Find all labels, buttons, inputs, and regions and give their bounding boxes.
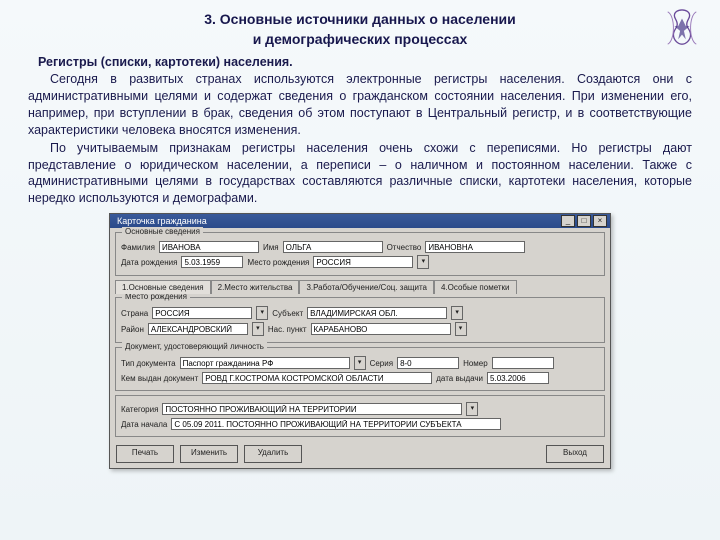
birthplace-dropdown[interactable]: ▾ [417, 255, 429, 269]
tab-residence[interactable]: 2.Место жительства [211, 280, 300, 294]
group-category: Категория ▾ Дата начала [115, 395, 605, 437]
patronym-input[interactable] [425, 241, 525, 253]
delete-button[interactable]: Удалить [244, 445, 302, 463]
group-doc-title: Документ, удостоверяющий личность [122, 342, 267, 351]
dialog-buttons: Печать Изменить Удалить Выход [110, 440, 610, 468]
locality-input[interactable] [311, 323, 451, 335]
issue-date-input[interactable] [487, 372, 549, 384]
group-birthplace: Место рождения Страна ▾ Субъект ▾ Район … [115, 297, 605, 343]
district-dropdown[interactable]: ▾ [252, 322, 264, 336]
label-issue-date: дата выдачи [436, 374, 483, 383]
minimize-button[interactable]: _ [561, 215, 575, 227]
surname-input[interactable] [159, 241, 259, 253]
label-period: Дата начала [121, 420, 167, 429]
close-button[interactable]: × [593, 215, 607, 227]
page-title: 3. Основные источники данных о населении… [28, 10, 692, 49]
tabs: 1.Основные сведения 2.Место жительства 3… [115, 279, 610, 293]
tab-work[interactable]: 3.Работа/Обучение/Соц. защита [299, 280, 434, 294]
label-patronym: Отчество [387, 243, 422, 252]
tab-main[interactable]: 1.Основные сведения [115, 280, 211, 294]
period-input[interactable] [171, 418, 501, 430]
label-category: Категория [121, 405, 158, 414]
label-subject: Субъект [272, 309, 303, 318]
change-button[interactable]: Изменить [180, 445, 238, 463]
country-dropdown[interactable]: ▾ [256, 306, 268, 320]
number-input[interactable] [492, 357, 554, 369]
label-number: Номер [463, 359, 488, 368]
label-issued-by: Кем выдан документ [121, 374, 198, 383]
label-doctype: Тип документа [121, 359, 176, 368]
paragraph-2: По учитываемым признакам регистры населе… [28, 140, 692, 208]
maximize-button[interactable]: □ [577, 215, 591, 227]
subject-dropdown[interactable]: ▾ [451, 306, 463, 320]
locality-dropdown[interactable]: ▾ [455, 322, 467, 336]
logo-emblem [658, 8, 706, 48]
tab-marks[interactable]: 4.Особые пометки [434, 280, 517, 294]
paragraph-1: Сегодня в развитых странах используются … [28, 71, 692, 139]
label-name: Имя [263, 243, 279, 252]
issued-by-input[interactable] [202, 372, 432, 384]
label-locality: Нас. пункт [268, 325, 307, 334]
birthplace-input[interactable] [313, 256, 413, 268]
exit-button[interactable]: Выход [546, 445, 604, 463]
district-input[interactable] [148, 323, 248, 335]
label-series: Серия [370, 359, 393, 368]
label-district: Район [121, 325, 144, 334]
group-main-title: Основные сведения [122, 227, 203, 236]
group-main: Основные сведения Фамилия Имя Отчество Д… [115, 232, 605, 276]
dialog-title: Карточка гражданина [113, 216, 559, 226]
label-country: Страна [121, 309, 148, 318]
doctype-dropdown[interactable]: ▾ [354, 356, 366, 370]
category-input[interactable] [162, 403, 462, 415]
section-subhead: Регистры (списки, картотеки) населения. [38, 55, 692, 69]
doctype-input[interactable] [180, 357, 350, 369]
print-button[interactable]: Печать [116, 445, 174, 463]
series-input[interactable] [397, 357, 459, 369]
label-birthplace: Место рождения [247, 258, 309, 267]
citizen-card-dialog: Карточка гражданина _ □ × Основные сведе… [109, 213, 611, 469]
label-birthdate: Дата рождения [121, 258, 177, 267]
subject-input[interactable] [307, 307, 447, 319]
birthdate-input[interactable] [181, 256, 243, 268]
label-surname: Фамилия [121, 243, 155, 252]
dialog-titlebar[interactable]: Карточка гражданина _ □ × [110, 214, 610, 228]
name-input[interactable] [283, 241, 383, 253]
group-document: Документ, удостоверяющий личность Тип до… [115, 347, 605, 391]
country-input[interactable] [152, 307, 252, 319]
category-dropdown[interactable]: ▾ [466, 402, 478, 416]
